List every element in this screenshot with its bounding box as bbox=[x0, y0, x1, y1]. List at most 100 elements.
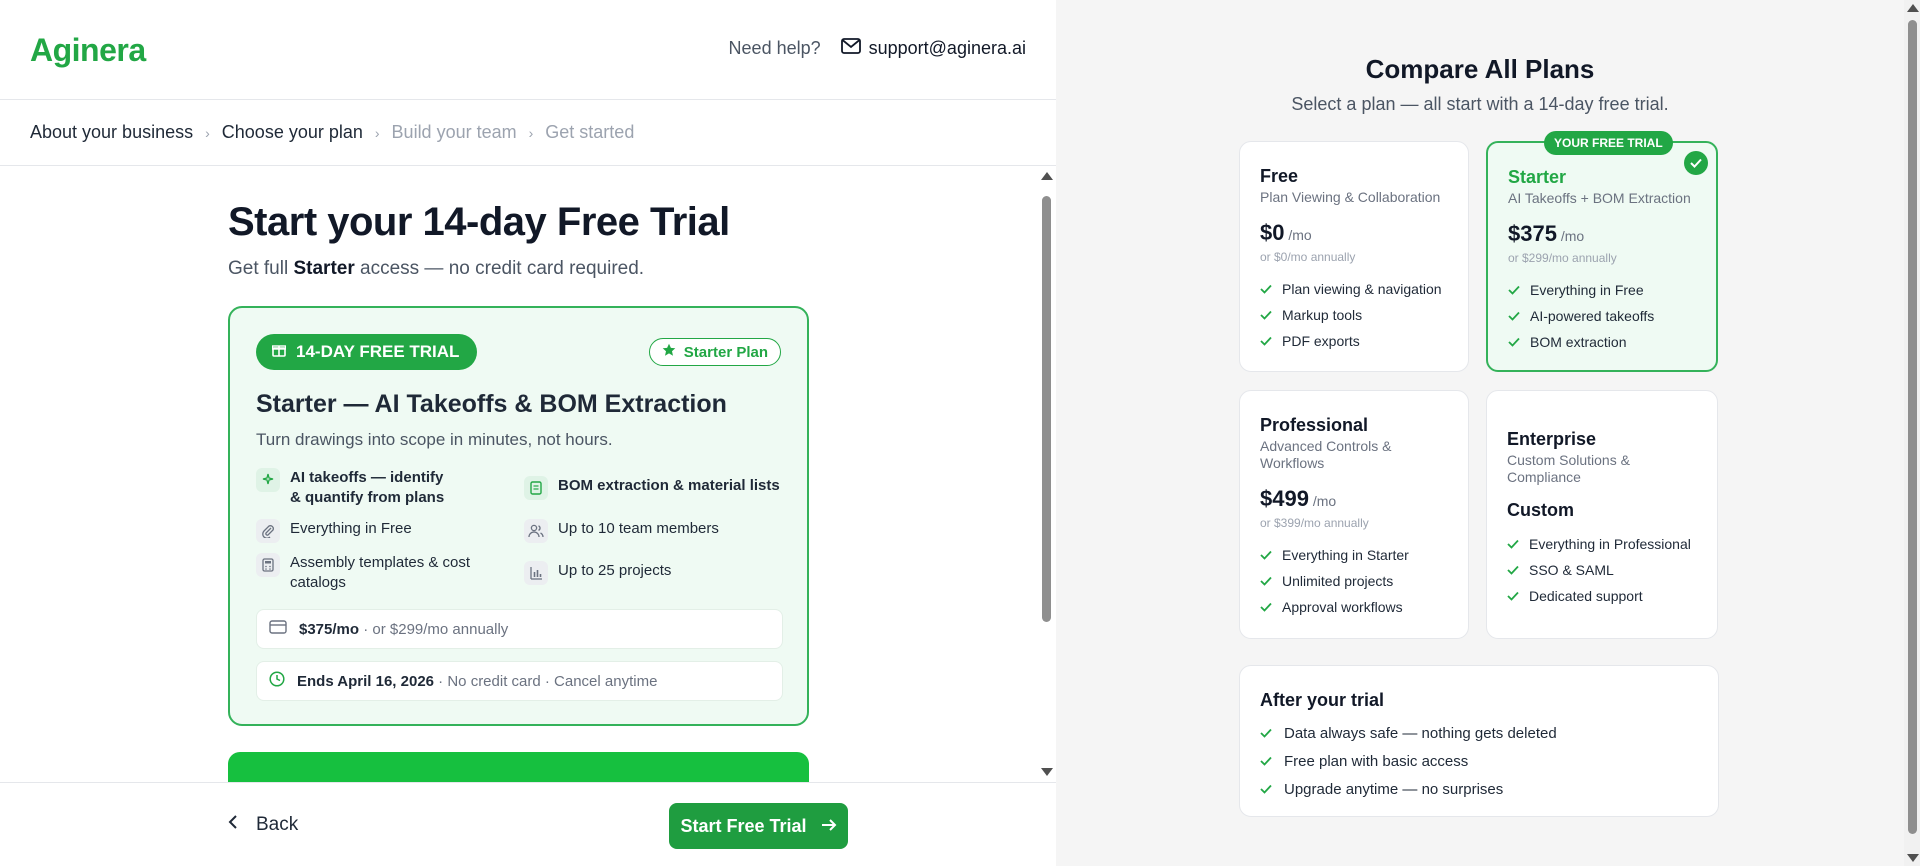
breadcrumb-step-start: Get started bbox=[545, 122, 635, 142]
page-title: Start your 14-day Free Trial bbox=[228, 200, 730, 244]
credit-card-icon bbox=[269, 620, 287, 638]
content-scrollbar[interactable] bbox=[1038, 166, 1054, 782]
check-icon bbox=[1507, 536, 1519, 552]
list-item: AI-powered takeoffs bbox=[1508, 303, 1696, 329]
check-icon bbox=[1260, 573, 1272, 589]
feature-label: AI takeoffs — identify & quantify from p… bbox=[290, 469, 445, 506]
gift-icon bbox=[271, 342, 287, 362]
plan-feature-list: Everything in Professional SSO & SAML De… bbox=[1507, 531, 1697, 609]
chevron-right-icon: › bbox=[374, 124, 380, 141]
check-icon bbox=[1508, 282, 1520, 298]
ends-bold: Ends April 16, 2026 bbox=[297, 672, 435, 690]
support-email: support@aginera.ai bbox=[868, 38, 1026, 58]
list-item: Free plan with basic access bbox=[1260, 747, 1698, 775]
list-item: Markup tools bbox=[1260, 302, 1448, 328]
scroll-thumb[interactable] bbox=[1908, 20, 1917, 834]
scroll-down-arrow[interactable] bbox=[1907, 854, 1919, 862]
plan-name: Free bbox=[1260, 166, 1299, 186]
check-icon bbox=[1508, 334, 1520, 350]
plan-price: $0 /mo bbox=[1260, 220, 1312, 245]
sparkles-icon bbox=[256, 468, 280, 492]
footer-divider bbox=[0, 782, 1056, 783]
list-item: Upgrade anytime — no surprises bbox=[1260, 775, 1698, 803]
feature-item: BOM extraction & material lists bbox=[524, 476, 784, 500]
paperclip-icon bbox=[256, 519, 280, 543]
plan-card-professional[interactable]: Professional Advanced Controls & Workflo… bbox=[1239, 390, 1469, 639]
back-label: Back bbox=[256, 814, 299, 835]
plan-annual-price: or $0/mo annually bbox=[1260, 250, 1356, 264]
page-scrollbar[interactable] bbox=[1904, 0, 1920, 866]
content-scroll-area[interactable]: Start your 14-day Free Trial Get full St… bbox=[0, 166, 1056, 782]
list-item: BOM extraction bbox=[1508, 329, 1696, 355]
list-item: Approval workflows bbox=[1260, 594, 1448, 620]
list-item: Data always safe — nothing gets deleted bbox=[1260, 719, 1698, 747]
arrow-right-icon bbox=[821, 816, 837, 837]
plan-card-starter[interactable]: YOUR FREE TRIAL Starter AI Takeoffs + BO… bbox=[1486, 131, 1718, 372]
selected-check-icon bbox=[1684, 151, 1708, 175]
back-button[interactable]: Back bbox=[228, 814, 298, 836]
ends-rest: · No credit card · Cancel anytime bbox=[434, 672, 658, 690]
scroll-down-arrow[interactable] bbox=[1041, 768, 1053, 776]
scroll-up-arrow[interactable] bbox=[1907, 4, 1919, 12]
price-info: $375/mo · or $299/mo annually bbox=[256, 609, 783, 649]
breadcrumb-step-plan[interactable]: Choose your plan bbox=[222, 122, 363, 143]
start-free-trial-button[interactable]: Start Free Trial bbox=[669, 803, 848, 849]
plan-pill-label: Starter Plan bbox=[683, 343, 768, 361]
check-icon bbox=[1507, 588, 1519, 604]
mail-icon bbox=[840, 38, 861, 59]
plan-name: Enterprise bbox=[1507, 429, 1597, 449]
header-divider bbox=[0, 99, 1056, 100]
feature-item: AI takeoffs — identify & quantify from p… bbox=[256, 468, 456, 508]
list-item: Dedicated support bbox=[1507, 583, 1697, 609]
signup-panel: Aginera Need help? support@aginera.ai Ab… bbox=[0, 0, 1056, 866]
plan-name: Professional bbox=[1260, 415, 1369, 435]
plan-feature-list: Everything in Free AI-powered takeoffs B… bbox=[1508, 277, 1696, 355]
breadcrumb-step-business[interactable]: About your business bbox=[30, 122, 193, 143]
list-item: Everything in Starter bbox=[1260, 542, 1448, 568]
your-free-trial-badge: YOUR FREE TRIAL bbox=[1544, 131, 1673, 155]
after-trial-title: After your trial bbox=[1260, 690, 1385, 710]
check-icon bbox=[1260, 725, 1272, 742]
after-trial-list: Data always safe — nothing gets deleted … bbox=[1260, 719, 1698, 803]
check-icon bbox=[1260, 599, 1272, 615]
feature-item: Everything in Free bbox=[256, 519, 496, 543]
scroll-thumb[interactable] bbox=[1042, 196, 1051, 622]
plan-description: Plan Viewing & Collaboration bbox=[1260, 189, 1441, 205]
check-icon bbox=[1260, 307, 1272, 323]
trial-pill: 14-DAY FREE TRIAL bbox=[256, 334, 478, 370]
plan-card-enterprise[interactable]: Enterprise Custom Solutions & Compliance… bbox=[1486, 390, 1718, 639]
list-item: Everything in Free bbox=[1508, 277, 1696, 303]
plan-annual-price: or $399/mo annually bbox=[1260, 516, 1369, 530]
logo-text: Aginera bbox=[30, 31, 146, 68]
trial-pill-label: 14-DAY FREE TRIAL bbox=[296, 342, 460, 361]
plan-price: Custom bbox=[1507, 500, 1574, 520]
document-icon bbox=[524, 476, 548, 500]
logo[interactable]: Aginera bbox=[30, 28, 146, 72]
feature-label: Assembly templates & cost catalogs bbox=[290, 554, 471, 591]
chevron-left-icon bbox=[228, 814, 238, 836]
plan-card-free[interactable]: Free Plan Viewing & Collaboration $0 /mo… bbox=[1239, 141, 1469, 372]
price-rest: · or $299/mo annually bbox=[359, 620, 509, 638]
scroll-up-arrow[interactable] bbox=[1041, 172, 1053, 180]
compare-plans-panel: Compare All Plans Select a plan — all st… bbox=[1056, 0, 1904, 866]
after-trial-card: After your trial Data always safe — noth… bbox=[1239, 665, 1719, 817]
trial-card-subtitle: Turn drawings into scope in minutes, not… bbox=[256, 430, 613, 449]
plan-annual-price: or $299/mo annually bbox=[1508, 251, 1617, 265]
plan-description: Advanced Controls & Workflows bbox=[1260, 438, 1392, 471]
feature-item: Up to 25 projects bbox=[524, 561, 784, 585]
chevron-right-icon: › bbox=[205, 124, 210, 141]
list-item: Plan viewing & navigation bbox=[1260, 276, 1448, 302]
list-item: SSO & SAML bbox=[1507, 557, 1697, 583]
check-icon bbox=[1260, 333, 1272, 349]
users-icon bbox=[524, 519, 548, 543]
compare-title: Compare All Plans bbox=[1365, 54, 1595, 84]
plan-price: $499 /mo bbox=[1260, 486, 1337, 511]
plan-price: $375 /mo bbox=[1508, 221, 1585, 246]
star-icon bbox=[662, 343, 676, 361]
plan-pill: Starter Plan bbox=[648, 338, 781, 366]
feature-item: Assembly templates & cost catalogs bbox=[256, 553, 476, 593]
support-link[interactable]: support@aginera.ai bbox=[840, 38, 1026, 59]
help-area: Need help? support@aginera.ai bbox=[729, 38, 1026, 59]
check-icon bbox=[1260, 781, 1272, 798]
chevron-right-icon: › bbox=[528, 124, 534, 141]
